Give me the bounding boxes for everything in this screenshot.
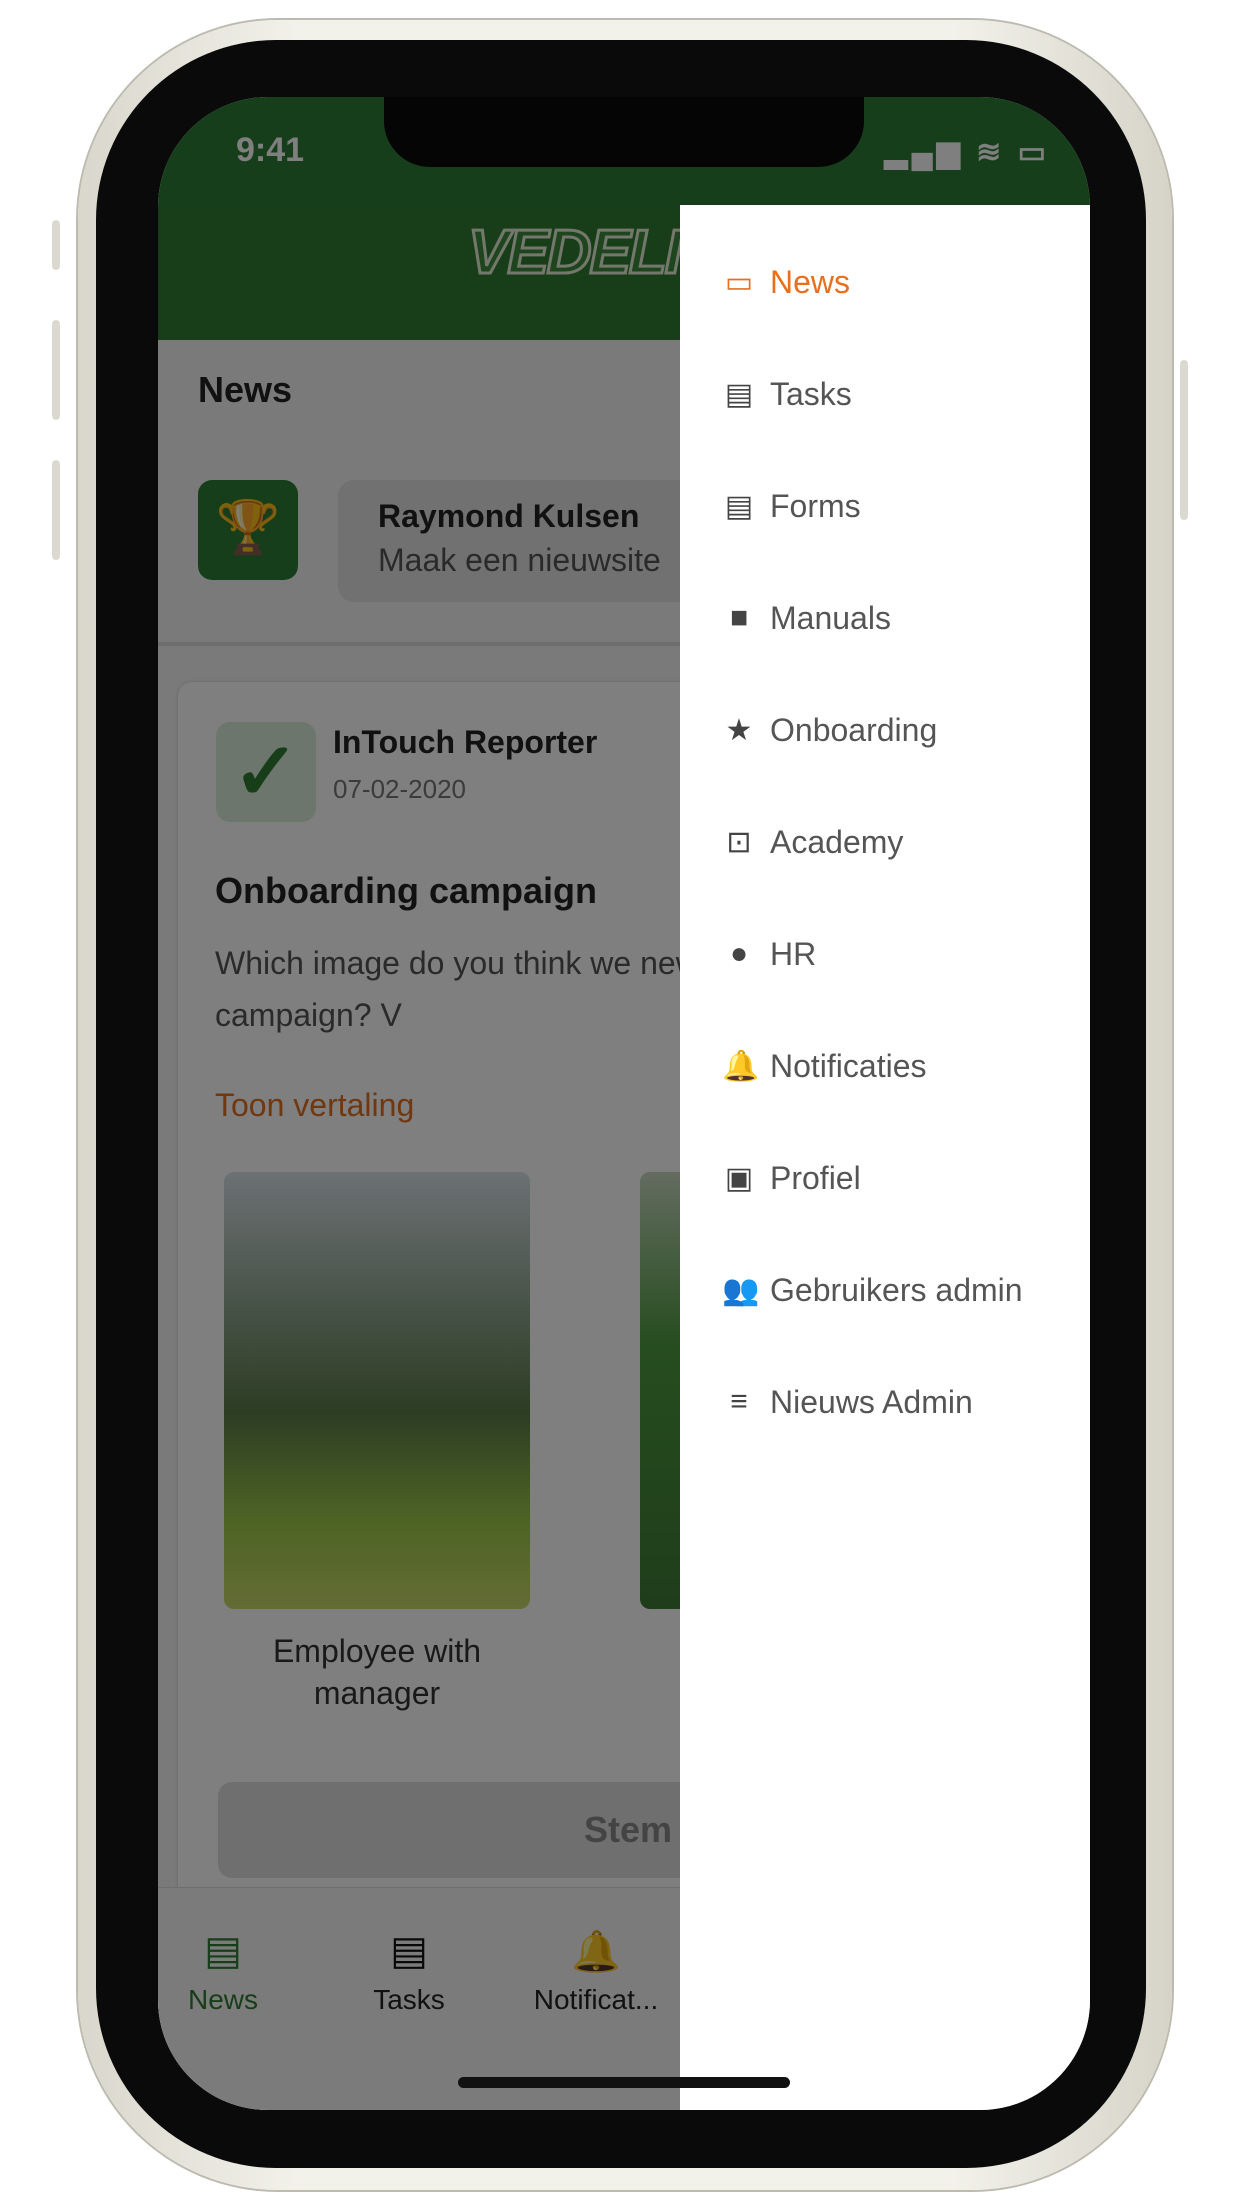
- drawer-item-label: HR: [770, 935, 817, 972]
- drawer-item-notificaties[interactable]: 🔔 Notificaties: [722, 1041, 927, 1091]
- home-indicator[interactable]: [458, 2077, 790, 2088]
- drawer-item-label: Manuals: [770, 599, 891, 636]
- drawer-item-nieuws-admin[interactable]: ≡ Nieuws Admin: [722, 1377, 973, 1427]
- drawer-item-label: Tasks: [770, 375, 852, 412]
- drawer-item-label: Academy: [770, 823, 904, 860]
- chip-icon: ⊡: [726, 825, 752, 859]
- bell-icon: 🔔: [722, 1049, 760, 1083]
- news-icon: ▭: [724, 265, 754, 299]
- book-icon: ■: [729, 601, 749, 634]
- drawer-item-label: Gebruikers admin: [770, 1271, 1023, 1308]
- drawer-item-label: Forms: [770, 487, 861, 524]
- drawer-item-academy[interactable]: ⊡ Academy: [722, 817, 903, 867]
- drawer-item-profiel[interactable]: ▣ Profiel: [722, 1153, 861, 1203]
- drawer-item-label: Profiel: [770, 1159, 861, 1196]
- document-icon: ▤: [724, 489, 754, 523]
- drawer-item-manuals[interactable]: ■ Manuals: [722, 593, 891, 643]
- drawer-item-label: Nieuws Admin: [770, 1383, 973, 1420]
- drawer-item-news[interactable]: ▭ News: [722, 257, 850, 307]
- side-drawer: ▭ News ▤ Tasks ▤ Forms ■ Manuals ★ Onboarding ⊡ Aca…: [680, 205, 1090, 2110]
- list-icon: ≡: [730, 1385, 748, 1418]
- hr-icon: ●: [729, 937, 749, 970]
- people-icon: 👥: [722, 1273, 760, 1307]
- drawer-item-forms[interactable]: ▤ Forms: [722, 481, 861, 531]
- drawer-item-tasks[interactable]: ▤ Tasks: [722, 369, 852, 419]
- drawer-item-label: News: [770, 263, 851, 300]
- drawer-item-hr[interactable]: ● HR: [722, 929, 816, 979]
- screen: 9:41 ▂▄▆ ≋ ▭ VEDELI News 🏆 Raymond Kulse…: [158, 97, 1090, 2110]
- drawer-item-label: Notificaties: [770, 1047, 927, 1084]
- clipboard-icon: ▤: [724, 377, 754, 411]
- drawer-item-label: Onboarding: [770, 711, 938, 748]
- profile-icon: ▣: [724, 1161, 754, 1195]
- star-icon: ★: [725, 713, 753, 747]
- drawer-item-gebruikers-admin[interactable]: 👥 Gebruikers admin: [722, 1265, 1023, 1315]
- drawer-item-onboarding[interactable]: ★ Onboarding: [722, 705, 938, 755]
